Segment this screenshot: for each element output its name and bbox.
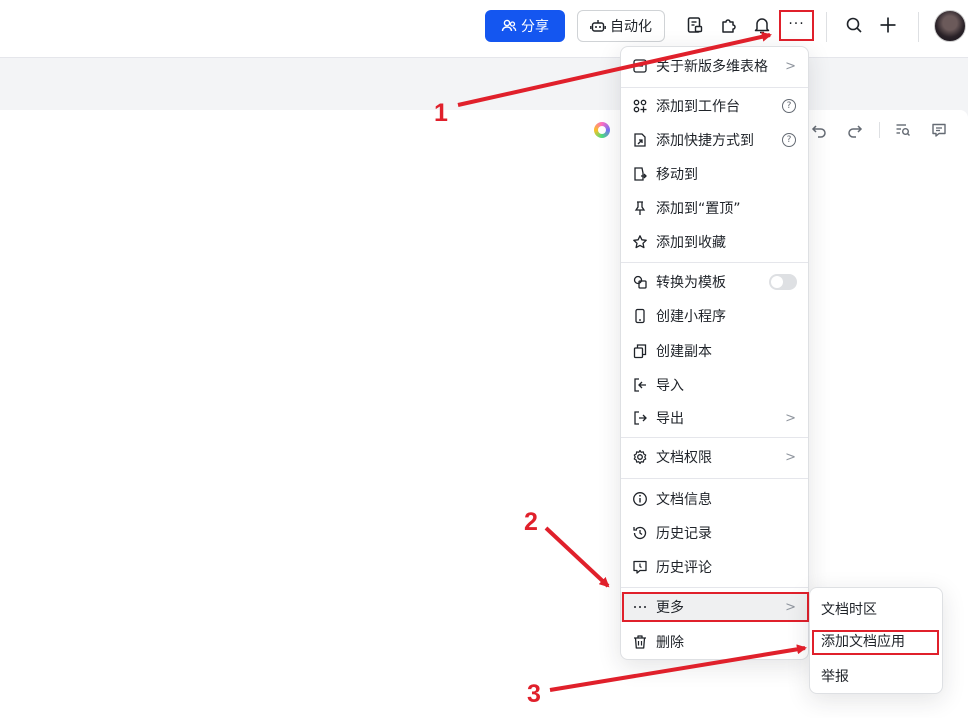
info-icon	[632, 491, 648, 507]
submenu-item-label: 举报	[821, 669, 849, 685]
help-icon[interactable]: ?	[782, 133, 796, 147]
menu-item-label: 添加到收藏	[656, 235, 726, 251]
more-icon	[632, 599, 648, 615]
menu-item-label: 历史评论	[656, 560, 712, 576]
trash-icon	[632, 634, 648, 650]
plus-icon[interactable]	[877, 14, 899, 36]
users-icon	[501, 19, 517, 32]
menu-item-label: 转换为模板	[656, 275, 726, 291]
comment-icon[interactable]	[930, 121, 948, 139]
menu-item-label: 文档信息	[656, 492, 712, 508]
menu-item-comment-history[interactable]: 历史评论	[621, 550, 808, 584]
bell-icon[interactable]	[751, 14, 773, 36]
automation-button[interactable]: 自动化	[577, 10, 665, 42]
top-toolbar: 分享 自动化 ···	[0, 0, 968, 58]
template-toggle[interactable]	[769, 274, 797, 290]
menu-item-create-copy[interactable]: 创建副本	[621, 334, 808, 368]
menu-item-add-shortcut[interactable]: 添加快捷方式到 ?	[621, 123, 808, 157]
more-menu-button[interactable]: ···	[779, 10, 814, 41]
chevron-right-icon: >	[785, 410, 796, 426]
menu-item-import[interactable]: 导入	[621, 368, 808, 402]
plugin-icon[interactable]	[718, 14, 740, 36]
menu-item-convert-template[interactable]: 转换为模板	[621, 265, 808, 299]
step-1-label: 1	[434, 99, 448, 127]
help-icon[interactable]: ?	[782, 99, 796, 113]
toolbar-divider	[918, 12, 919, 42]
undo-icon[interactable]	[810, 121, 828, 139]
avatar[interactable]	[934, 10, 966, 42]
submenu-item-report[interactable]: 举报	[810, 659, 942, 693]
menu-divider	[621, 478, 808, 479]
more-icon: ···	[788, 15, 805, 32]
toolbar-divider	[826, 12, 827, 42]
export-icon	[632, 410, 648, 426]
submenu-item-label: 添加文档应用	[821, 634, 905, 650]
menu-item-doc-info[interactable]: 文档信息	[621, 482, 808, 516]
share-button[interactable]: 分享	[485, 10, 565, 42]
star-icon	[632, 234, 648, 250]
menu-item-label: 添加到工作台	[656, 99, 740, 115]
menu-divider	[621, 87, 808, 88]
menu-item-delete[interactable]: 删除	[621, 625, 808, 659]
menu-item-about-new-base[interactable]: 关于新版多维表格 >	[621, 49, 808, 83]
editor-divider	[879, 122, 880, 138]
import-icon	[632, 377, 648, 393]
menu-item-label: 创建副本	[656, 344, 712, 360]
menu-item-create-miniapp[interactable]: 创建小程序	[621, 299, 808, 333]
menu-item-label: 关于新版多维表格	[656, 59, 768, 75]
menu-item-label: 导出	[656, 411, 684, 427]
automation-label: 自动化	[610, 19, 652, 35]
chevron-right-icon: >	[785, 58, 796, 74]
apps-icon	[632, 98, 648, 114]
chevron-right-icon: >	[785, 599, 796, 615]
menu-item-label: 添加到“置顶”	[656, 201, 741, 217]
step-2-label: 2	[524, 508, 538, 536]
menu-item-label: 创建小程序	[656, 309, 726, 325]
menu-item-move-to[interactable]: 移动到	[621, 157, 808, 191]
find-icon[interactable]	[894, 121, 912, 139]
menu-item-doc-permissions[interactable]: 文档权限 >	[621, 440, 808, 474]
submenu-item-label: 文档时区	[821, 602, 877, 618]
copy-icon	[632, 343, 648, 359]
settings-icon	[632, 449, 648, 465]
search-icon[interactable]	[843, 14, 865, 36]
menu-item-history[interactable]: 历史记录	[621, 516, 808, 550]
move-icon	[632, 166, 648, 182]
menu-divider	[621, 262, 808, 263]
template-icon	[632, 274, 648, 290]
history-icon	[632, 525, 648, 541]
menu-item-export[interactable]: 导出 >	[621, 401, 808, 435]
step-3-label: 3	[527, 680, 541, 708]
menu-item-label: 添加快捷方式到	[656, 133, 754, 149]
menu-divider	[621, 437, 808, 438]
doc-template-icon[interactable]	[684, 14, 706, 36]
menu-item-add-to-workplace[interactable]: 添加到工作台 ?	[621, 89, 808, 123]
menu-item-more[interactable]: 更多 >	[621, 592, 809, 622]
menu-item-label: 删除	[656, 635, 684, 651]
share-label: 分享	[521, 19, 549, 35]
shortcut-icon	[632, 132, 648, 148]
menu-item-pin[interactable]: 添加到“置顶”	[621, 191, 808, 225]
redo-icon[interactable]	[846, 121, 864, 139]
menu-item-label: 历史记录	[656, 526, 712, 542]
pin-icon	[632, 200, 648, 216]
more-dropdown-menu: 关于新版多维表格 > 添加到工作台 ? 添加快捷方式到 ? 移动到 添加到“置顶…	[620, 46, 809, 660]
menu-divider	[621, 587, 808, 588]
chevron-right-icon: >	[785, 449, 796, 465]
submenu-item-add-doc-app[interactable]: 添加文档应用	[810, 624, 942, 658]
more-submenu: 文档时区 添加文档应用 举报	[809, 587, 943, 694]
info-square-icon	[632, 58, 648, 74]
robot-icon	[590, 20, 606, 32]
comment-history-icon	[632, 559, 648, 575]
menu-item-label: 更多	[656, 600, 684, 616]
menu-item-label: 导入	[656, 378, 684, 394]
menu-item-label: 文档权限	[656, 450, 712, 466]
ai-assistant-icon[interactable]	[594, 122, 610, 138]
menu-item-label: 移动到	[656, 167, 698, 183]
menu-item-add-favorite[interactable]: 添加到收藏	[621, 225, 808, 259]
submenu-item-doc-timezone[interactable]: 文档时区	[810, 592, 942, 626]
phone-icon	[632, 308, 648, 324]
